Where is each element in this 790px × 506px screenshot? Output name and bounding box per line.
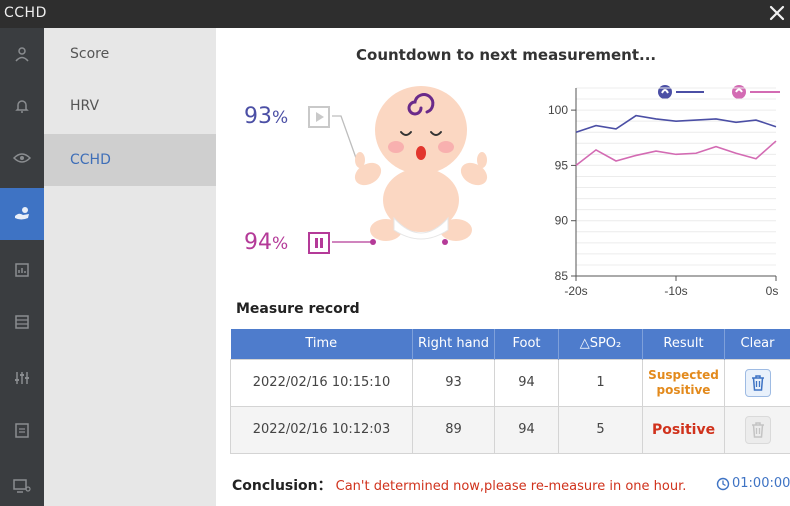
result-suspected-line2: positive xyxy=(656,382,711,397)
cell-delta: 1 xyxy=(558,358,643,407)
col-right-hand: Right hand xyxy=(412,329,495,359)
device-icon[interactable] xyxy=(0,460,44,506)
sliders-icon[interactable] xyxy=(0,352,44,404)
result-suspected-line1: Suspected xyxy=(648,367,719,382)
eye-icon[interactable] xyxy=(0,132,44,184)
close-icon[interactable] xyxy=(766,2,788,24)
table-row: 2022/02/16 10:15:10 93 94 1 Suspected po… xyxy=(230,358,790,407)
icon-sidebar xyxy=(0,28,44,506)
col-time: Time xyxy=(230,329,413,359)
menu-item-score[interactable]: Score xyxy=(44,28,216,80)
menu-item-cchd[interactable]: CCHD xyxy=(44,134,216,186)
measure-record-table: Time Right hand Foot △SPO₂ Result Clear … xyxy=(230,329,790,454)
y-tick-label: 90 xyxy=(555,214,569,228)
clear-record-button-disabled xyxy=(744,415,771,444)
cell-clear xyxy=(724,358,790,407)
main-panel: Countdown to next measurement... 93% 94% xyxy=(216,28,790,506)
col-result: Result xyxy=(642,329,725,359)
table-header-row: Time Right hand Foot △SPO₂ Result Clear xyxy=(230,329,790,359)
col-foot: Foot xyxy=(494,329,559,359)
bell-icon[interactable] xyxy=(0,80,44,132)
cell-time: 2022/02/16 10:15:10 xyxy=(230,358,413,407)
clock-icon xyxy=(716,477,730,490)
grid-icon[interactable] xyxy=(0,296,44,348)
cell-delta: 5 xyxy=(558,405,643,454)
baby-illustration xyxy=(354,86,488,241)
x-tick-label: -20s xyxy=(564,284,587,298)
cell-result: Positive xyxy=(642,405,725,454)
side-menu: Score HRV CCHD xyxy=(44,28,216,506)
clear-record-button[interactable] xyxy=(744,368,771,397)
report-icon[interactable] xyxy=(0,244,44,296)
col-delta-spo2: △SPO₂ xyxy=(558,329,643,359)
y-tick-label: 100 xyxy=(548,103,568,117)
trash-icon xyxy=(751,374,764,391)
y-tick-label: 95 xyxy=(555,158,569,172)
series-line-foot xyxy=(575,140,777,167)
cell-clear xyxy=(724,405,790,454)
measure-record-title: Measure record xyxy=(236,301,360,317)
result-positive: Positive xyxy=(651,421,716,438)
cell-hand: 93 xyxy=(412,358,495,407)
window-title: CCHD xyxy=(4,5,47,21)
cell-foot: 94 xyxy=(494,405,559,454)
conclusion: Conclusion： Can't determined now,please r… xyxy=(232,475,686,495)
x-tick-label: 0s xyxy=(766,284,779,298)
y-tick-label: 85 xyxy=(555,269,569,283)
x-tick-label: -10s xyxy=(664,284,687,298)
menu-item-hrv[interactable]: HRV xyxy=(44,80,216,132)
cell-foot: 94 xyxy=(494,358,559,407)
spo2-trend-chart: 85 90 95 100 -20s -10s 0s xyxy=(548,87,779,298)
timer-value: 01:00:00 xyxy=(732,476,790,491)
user-icon[interactable] xyxy=(0,28,44,80)
baby-monitor-icon[interactable] xyxy=(0,188,44,240)
col-clear: Clear xyxy=(724,329,790,359)
title-bar: CCHD xyxy=(0,0,790,28)
table-row: 2022/02/16 10:12:03 89 94 5 Positive xyxy=(230,405,790,454)
clipboard-icon[interactable] xyxy=(0,404,44,456)
cell-result: Suspected positive xyxy=(642,358,725,407)
cell-time: 2022/02/16 10:12:03 xyxy=(230,405,413,454)
conclusion-label: Conclusion： xyxy=(232,478,332,494)
conclusion-message: Can't determined now,please re-measure i… xyxy=(335,479,687,494)
remeasure-timer: 01:00:00 xyxy=(716,476,790,491)
series-line-hand xyxy=(575,114,777,133)
cell-hand: 89 xyxy=(412,405,495,454)
trash-icon xyxy=(751,421,764,438)
